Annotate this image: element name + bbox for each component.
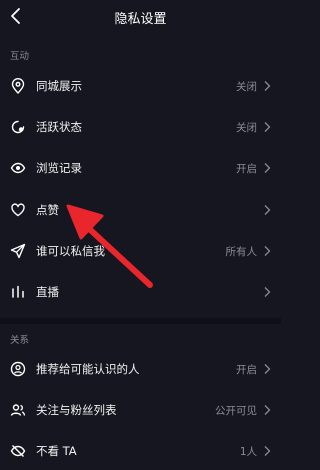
- setting-row-hide-ta[interactable]: 不看 TA 1人: [0, 432, 281, 470]
- setting-row-recommend[interactable]: 推荐给可能认识的人 开启: [0, 350, 281, 388]
- setting-label: 不看 TA: [36, 444, 77, 458]
- setting-label: 浏览记录: [36, 161, 82, 175]
- location-pin-icon: [10, 78, 26, 94]
- users-icon: [10, 402, 26, 418]
- eye-off-icon: [10, 443, 26, 459]
- setting-label: 推荐给可能认识的人: [36, 362, 140, 376]
- setting-row-browse-history[interactable]: 浏览记录 开启: [0, 149, 281, 187]
- section-label-interaction: 互动: [10, 51, 30, 62]
- setting-label: 同城展示: [36, 79, 82, 93]
- setting-label: 关注与粉丝列表: [36, 403, 117, 417]
- chevron-right-icon: [263, 363, 271, 375]
- setting-label: 活跃状态: [36, 120, 82, 134]
- heart-icon: [10, 202, 26, 218]
- setting-value: 开启: [236, 364, 257, 376]
- setting-row-likes[interactable]: 点赞: [0, 191, 281, 229]
- section-divider: [0, 318, 281, 324]
- top-bar: 隐私设置: [0, 0, 281, 34]
- chevron-right-icon: [263, 162, 271, 174]
- setting-label: 直播: [36, 285, 59, 299]
- activity-status-icon: [10, 119, 26, 135]
- setting-label: 谁可以私信我: [36, 244, 105, 258]
- chevron-right-icon: [263, 245, 271, 257]
- setting-value: 公开可见: [215, 405, 257, 417]
- setting-value: 关闭: [236, 81, 257, 93]
- eye-icon: [10, 160, 26, 176]
- section-label-relations: 关系: [10, 335, 30, 346]
- page-title: 隐私设置: [114, 12, 167, 27]
- chevron-right-icon: [263, 286, 271, 298]
- setting-row-same-city[interactable]: 同城展示 关闭: [0, 67, 281, 105]
- setting-value: 关闭: [236, 122, 257, 134]
- chevron-right-icon: [263, 121, 271, 133]
- chevron-right-icon: [263, 445, 271, 457]
- setting-label: 点赞: [36, 203, 59, 217]
- chevron-right-icon: [263, 204, 271, 216]
- setting-value: 开启: [236, 163, 257, 175]
- chevron-right-icon: [263, 80, 271, 92]
- setting-row-private-message[interactable]: 谁可以私信我 所有人: [0, 232, 281, 270]
- setting-row-active-status[interactable]: 活跃状态 关闭: [0, 108, 281, 146]
- setting-row-follow-fans[interactable]: 关注与粉丝列表 公开可见: [0, 391, 281, 429]
- setting-row-live[interactable]: 直播: [0, 273, 281, 311]
- live-bars-icon: [10, 284, 26, 300]
- chevron-right-icon: [263, 404, 271, 416]
- user-circle-icon: [10, 361, 26, 377]
- setting-value: 所有人: [225, 246, 258, 258]
- send-icon: [10, 243, 26, 259]
